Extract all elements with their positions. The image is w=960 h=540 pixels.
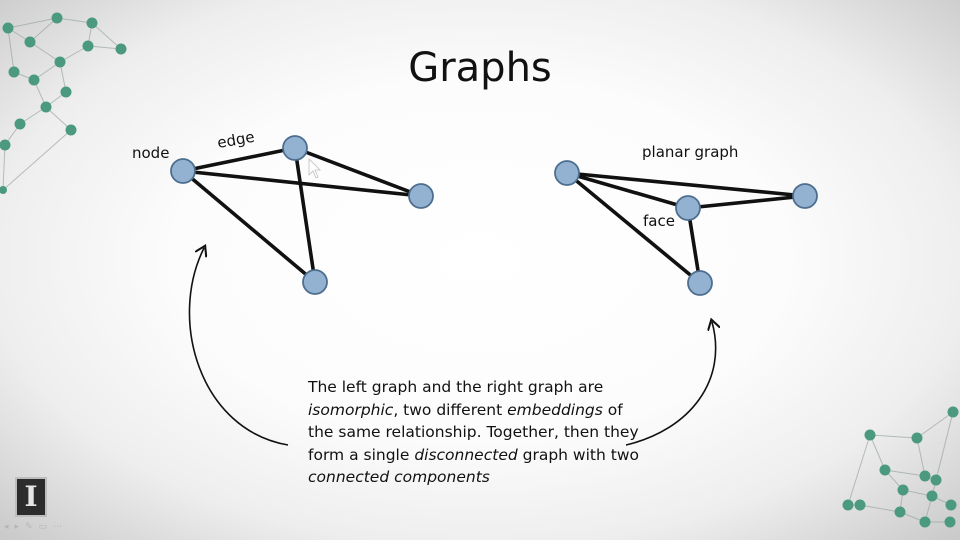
slides-icon[interactable]: ▭ — [39, 522, 54, 532]
caption-emphasis: disconnected — [414, 445, 518, 464]
bottom-right-decor-line — [847, 434, 871, 506]
top-left-decor-dot — [2, 22, 14, 34]
bottom-right-decor-dot — [854, 499, 866, 511]
left-graph-edge-AB — [181, 146, 297, 173]
right-graph-node-D — [687, 270, 713, 296]
top-left-decor-dot — [86, 17, 98, 29]
bottom-right-decor-dot — [894, 506, 906, 518]
bottom-right-decor-dot — [919, 470, 931, 482]
face-label: face — [643, 212, 675, 230]
university-logo-icon: I — [15, 477, 47, 517]
mouse-cursor-icon — [308, 158, 321, 179]
bottom-right-decor-dot — [947, 406, 959, 418]
left-graph — [170, 135, 434, 295]
left-graph-edge-AD — [181, 169, 317, 284]
bottom-right-decor-dot — [911, 432, 923, 444]
bottom-right-decor-line — [869, 434, 918, 439]
bottom-right-decor-line — [916, 437, 926, 477]
bottom-right-decor-dot — [864, 429, 876, 441]
right-graph-node-B — [675, 195, 701, 221]
top-left-decor-dot — [54, 56, 66, 68]
decorative-network-bottom-right — [842, 406, 959, 528]
right-graph-node-C — [792, 183, 818, 209]
prev-slide-icon[interactable]: ◂ — [4, 522, 15, 532]
bottom-right-decor-line — [859, 504, 901, 513]
right-graph-planar — [554, 160, 818, 296]
top-left-decor-line — [7, 17, 58, 29]
left-graph-node-B — [282, 135, 308, 161]
left-arrow — [188, 248, 289, 446]
top-left-decor-line — [2, 129, 72, 191]
bottom-right-decor-dot — [897, 484, 909, 496]
bottom-right-decor-dot — [879, 464, 891, 476]
top-left-decor-dot — [28, 74, 40, 86]
top-left-decor-dot — [24, 36, 36, 48]
bottom-right-decor-dot — [842, 499, 854, 511]
right-graph-node-A — [554, 160, 580, 186]
bottom-right-decor-dot — [945, 499, 957, 511]
top-left-decor-dot — [65, 124, 77, 136]
caption-segment: The left graph and the right graph are — [308, 378, 604, 396]
bottom-right-decor-dot — [944, 516, 956, 528]
bottom-right-decor-dot — [919, 516, 931, 528]
left-graph-node-C — [408, 183, 434, 209]
node-label: node — [132, 144, 170, 162]
caption-segment: graph with two — [517, 445, 639, 464]
more-icon[interactable]: ⋯ — [53, 522, 68, 532]
top-left-decor-dot — [115, 43, 127, 55]
caption-emphasis: isomorphic — [308, 400, 394, 419]
right-graph-edge-BC — [686, 194, 807, 210]
top-left-decor-dot — [0, 139, 11, 151]
pen-icon[interactable]: ✎ — [25, 522, 39, 532]
bottom-right-decor-line — [869, 434, 886, 471]
planar-graph-label: planar graph — [642, 143, 739, 161]
caption-emphasis: connected components — [308, 468, 490, 486]
top-left-decor-line — [2, 144, 6, 191]
next-slide-icon[interactable]: ▸ — [15, 522, 26, 532]
top-left-decor-dot — [40, 101, 52, 113]
decorative-network-top-left — [0, 12, 127, 194]
right-graph-edge-AD — [565, 171, 702, 285]
bottom-right-decor-line — [884, 469, 926, 477]
caption-text: The left graph and the right graph are i… — [308, 376, 648, 489]
slide-controls: ◂▸✎▭⋯ — [4, 522, 68, 532]
bottom-right-decor-dot — [930, 474, 942, 486]
top-left-decor-dot — [60, 86, 72, 98]
top-left-decor-dot — [51, 12, 63, 24]
top-left-decor-line — [91, 22, 122, 50]
bottom-right-decor-dot — [926, 490, 938, 502]
top-left-decor-dot — [14, 118, 26, 130]
caption-segment: , two different — [393, 400, 508, 419]
left-graph-node-D — [302, 269, 328, 295]
caption-emphasis: embeddings — [507, 400, 603, 419]
top-left-decor-line — [7, 27, 15, 73]
left-graph-node-A — [170, 158, 196, 184]
top-left-decor-dot — [82, 40, 94, 52]
top-left-decor-dot — [8, 66, 20, 78]
